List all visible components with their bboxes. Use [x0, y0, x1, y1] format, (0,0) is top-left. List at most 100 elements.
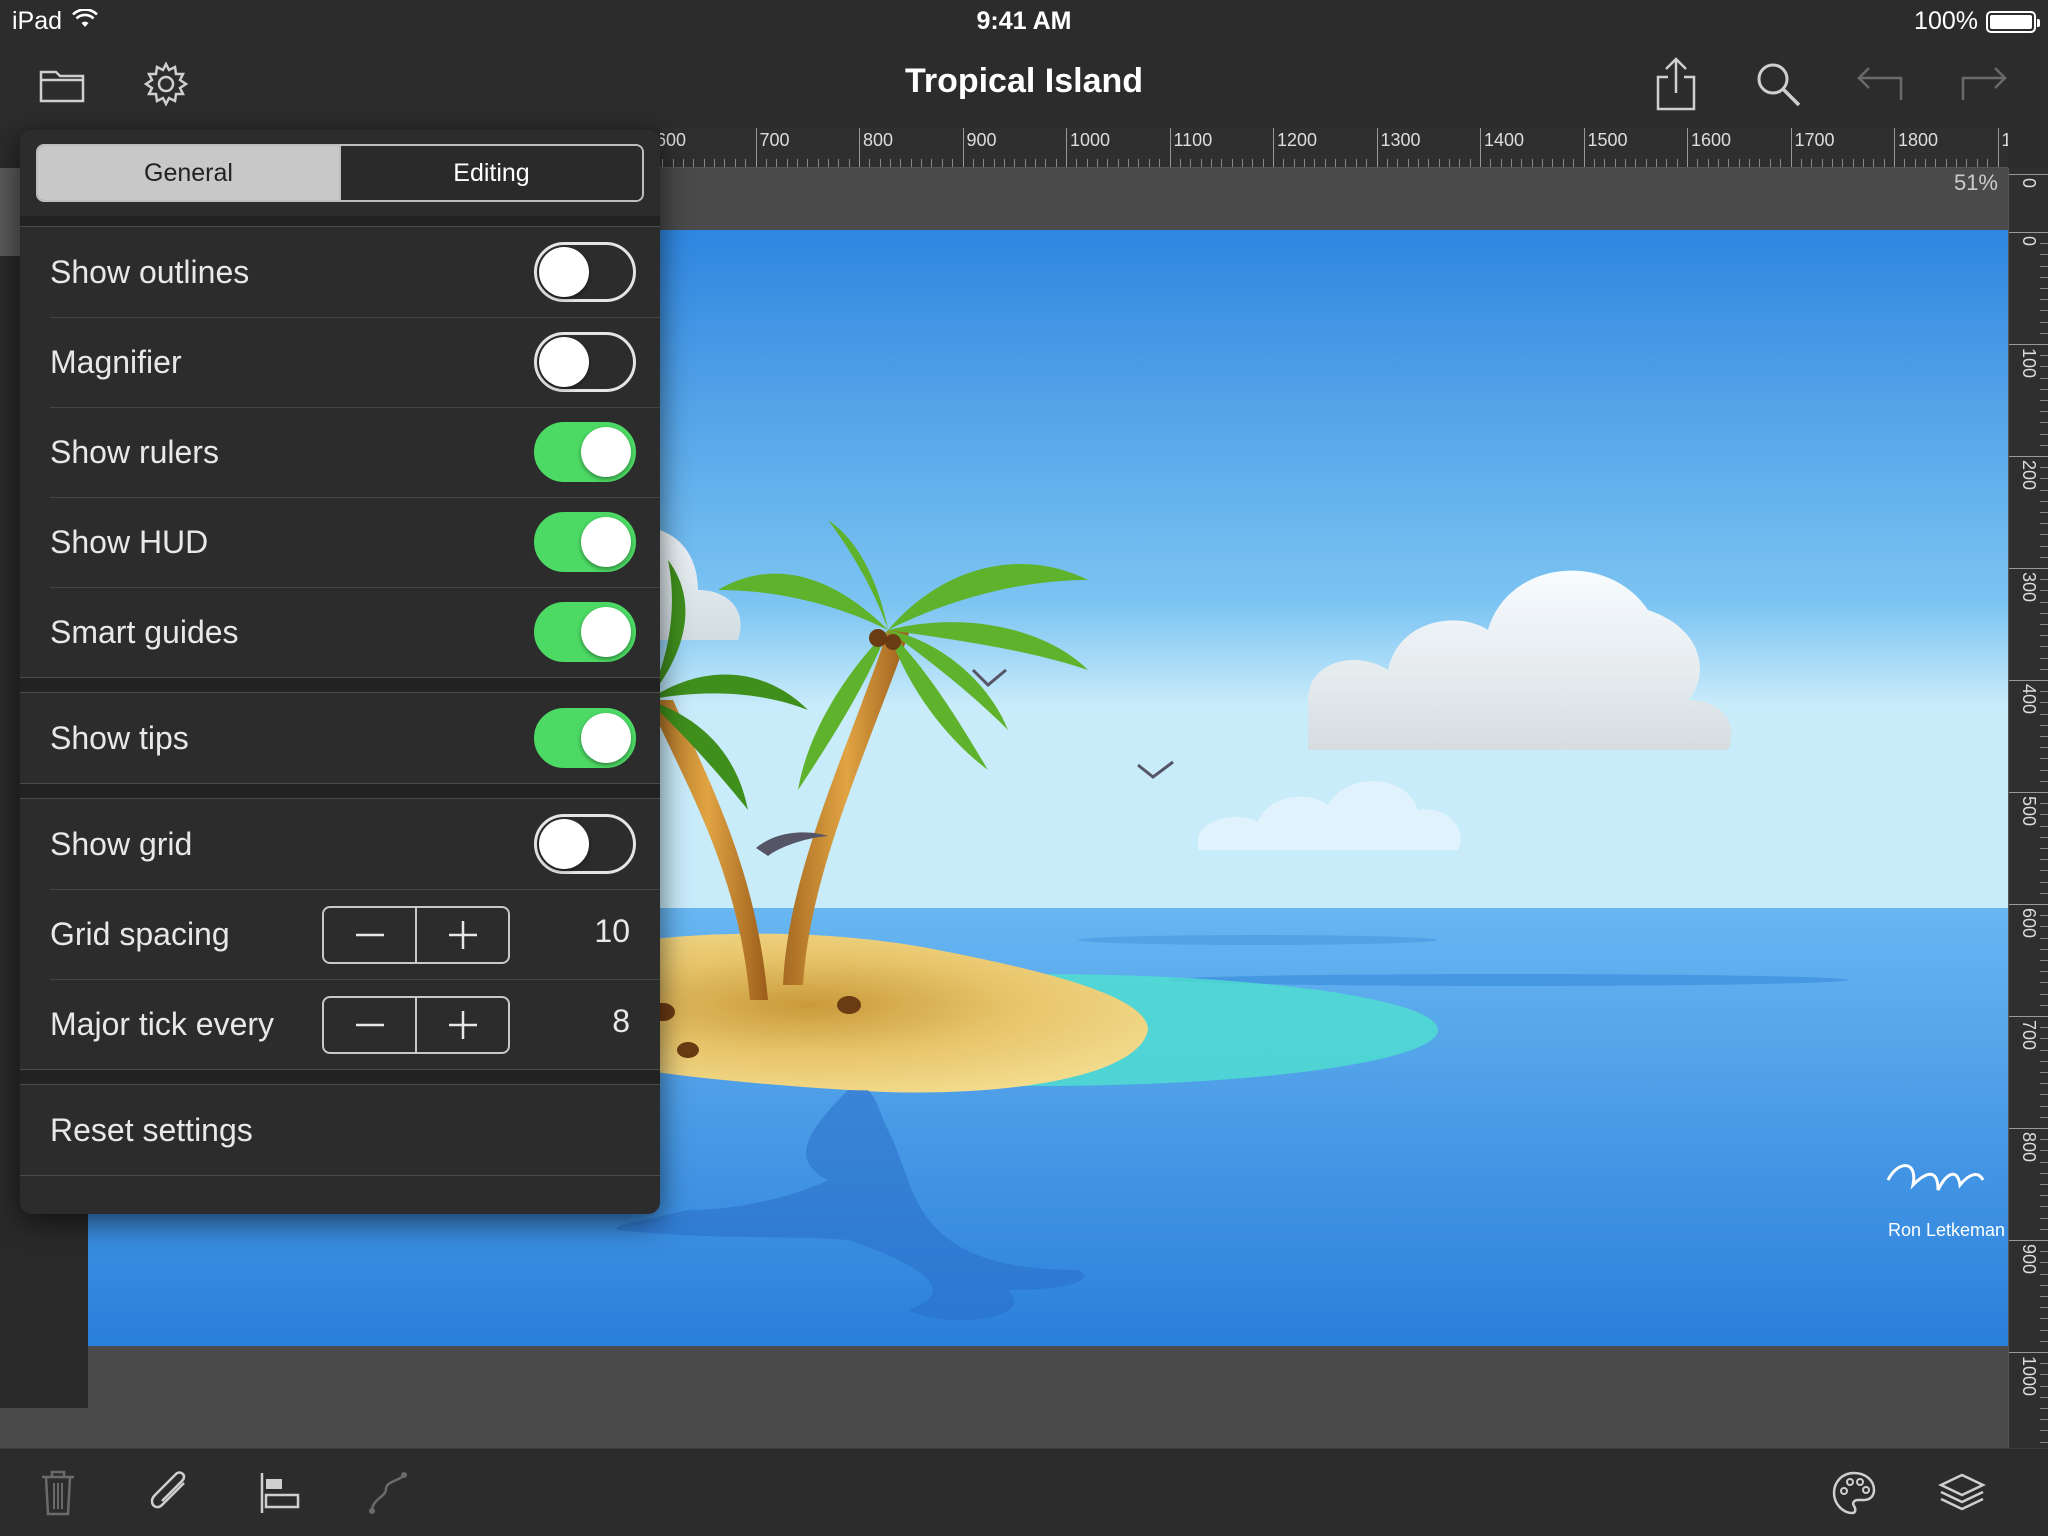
ruler-h-minor-tick: [869, 159, 871, 167]
redo-icon[interactable]: [1956, 56, 2012, 112]
show-tips-toggle[interactable]: [534, 708, 636, 768]
ruler-v-label: 100: [2019, 348, 2039, 379]
ruler-h-minor-tick: [941, 159, 943, 167]
show-rulers-toggle[interactable]: [534, 422, 636, 482]
ruler-h-minor-tick: [848, 159, 850, 167]
ruler-h-minor-tick: [1769, 159, 1771, 167]
ruler-h-major-tick: [1376, 128, 1378, 167]
ruler-h-minor-tick: [972, 159, 974, 167]
ruler-v-minor-tick: [2040, 1307, 2048, 1309]
ruler-h-minor-tick: [672, 159, 674, 167]
palette-icon[interactable]: [1826, 1465, 1882, 1521]
path-icon[interactable]: [360, 1465, 416, 1521]
major-tick-increment-button[interactable]: [415, 998, 508, 1052]
ruler-h-minor-tick: [703, 159, 705, 167]
ruler-h-minor-tick: [838, 159, 840, 167]
ruler-h-minor-tick: [1231, 159, 1233, 167]
ruler-h-minor-tick: [1800, 159, 1802, 167]
ruler-h-minor-tick: [1976, 159, 1978, 167]
major-tick-decrement-button[interactable]: [324, 998, 415, 1052]
ruler-v-minor-tick: [2040, 1161, 2048, 1163]
tab-editing[interactable]: Editing: [339, 146, 642, 200]
ruler-v-minor-tick: [2040, 288, 2048, 289]
ruler-v-label: 0: [2019, 236, 2039, 247]
ruler-h-minor-tick: [931, 159, 933, 167]
vertical-ruler[interactable]: 0010020030040050060070080090010001100: [2008, 168, 2048, 1448]
ruler-h-label: 700: [759, 130, 790, 150]
smart-guides-toggle[interactable]: [534, 602, 636, 662]
horizontal-ruler[interactable]: 600 700 800 900 1000 1100 1200 1300 1400 1500 1600…: [660, 128, 2008, 168]
ruler-v-minor-tick: [2040, 814, 2048, 816]
ruler-h-minor-tick: [1666, 159, 1668, 167]
battery-percent: 100%: [1914, 7, 1978, 35]
ruler-h-minor-tick: [1914, 159, 1916, 167]
ruler-h-minor-tick: [1221, 159, 1223, 167]
ruler-h-label: 1200: [1277, 130, 1318, 150]
show-hud-toggle[interactable]: [534, 512, 636, 572]
layers-icon[interactable]: [1934, 1465, 1990, 1521]
ruler-h-minor-tick: [1448, 159, 1450, 167]
group-divider: [20, 216, 660, 226]
ruler-v-label: 800: [2019, 1132, 2039, 1163]
ruler-v-minor-tick: [2040, 691, 2048, 693]
grid-spacing-increment-button[interactable]: [415, 908, 508, 962]
align-icon[interactable]: [252, 1465, 308, 1521]
ruler-v-minor-tick: [2040, 881, 2048, 883]
search-icon[interactable]: [1750, 56, 1806, 112]
show-grid-toggle[interactable]: [534, 814, 636, 874]
grid-spacing-decrement-button[interactable]: [324, 908, 415, 962]
grid-spacing-label: Grid spacing: [50, 915, 230, 952]
ruler-h-minor-tick: [1562, 159, 1564, 167]
ruler-v-minor-tick: [2040, 1206, 2048, 1208]
ruler-h-minor-tick: [1076, 159, 1078, 167]
ruler-v-minor-tick: [2040, 321, 2048, 323]
ruler-h-major-tick: [1273, 128, 1274, 167]
ruler-h-minor-tick: [993, 159, 995, 167]
ruler-v-minor-tick: [2040, 545, 2048, 547]
ruler-v-minor-tick: [2040, 836, 2048, 838]
ruler-v-minor-tick: [2040, 299, 2048, 301]
ruler-h-minor-tick: [1324, 159, 1326, 167]
ruler-v-minor-tick: [2040, 1217, 2048, 1219]
ruler-v-minor-tick: [2040, 276, 2048, 278]
reset-settings-button[interactable]: Reset settings: [20, 1085, 660, 1175]
ruler-v-major-tick: [2009, 904, 2048, 905]
ruler-h-minor-tick: [1718, 159, 1720, 167]
ruler-v-minor-tick: [2040, 422, 2048, 424]
artist-signature: Ron Letkeman: [1888, 1220, 2005, 1240]
ruler-v-minor-tick: [2040, 1329, 2048, 1331]
ruler-v-minor-tick: [2040, 388, 2048, 390]
ruler-h-minor-tick: [1676, 159, 1678, 167]
paperclip-icon[interactable]: [142, 1465, 198, 1521]
undo-icon[interactable]: [1852, 56, 1908, 112]
ruler-v-minor-tick: [2040, 859, 2048, 861]
ruler-h-minor-tick: [1945, 159, 1947, 167]
plus-icon: [448, 921, 477, 949]
ruler-v-major-tick: [2009, 344, 2048, 345]
ruler-h-minor-tick: [1345, 159, 1347, 167]
ruler-v-minor-tick: [2040, 635, 2048, 637]
ruler-v-minor-tick: [2040, 1396, 2048, 1398]
show-outlines-toggle[interactable]: [534, 242, 636, 302]
ruler-h-minor-tick: [1128, 159, 1130, 167]
display-settings-group: Show outlines Magnifier Show rulers Show…: [20, 226, 660, 678]
ruler-v-minor-tick: [2040, 747, 2048, 749]
tab-general[interactable]: General: [38, 146, 339, 200]
ruler-h-minor-tick: [1386, 159, 1388, 167]
ruler-h-minor-tick: [786, 159, 788, 167]
share-icon[interactable]: [1648, 56, 1704, 112]
ruler-h-minor-tick: [1314, 159, 1316, 167]
ruler-v-minor-tick: [2040, 332, 2048, 334]
ruler-h-label: 1400: [1484, 130, 1525, 150]
ruler-h-label: 19: [2002, 130, 2009, 151]
ruler-h-minor-tick: [1407, 159, 1409, 167]
ruler-h-minor-tick: [1645, 159, 1647, 167]
ruler-h-minor-tick: [817, 159, 819, 167]
magnifier-toggle[interactable]: [534, 332, 636, 392]
ruler-h-minor-tick: [890, 159, 892, 167]
trash-icon[interactable]: [30, 1465, 86, 1521]
ruler-h-minor-tick: [714, 159, 716, 167]
ruler-h-label: 600: [660, 130, 687, 150]
scroll-thumb[interactable]: [0, 168, 20, 256]
ruler-v-minor-tick: [2040, 1374, 2048, 1376]
